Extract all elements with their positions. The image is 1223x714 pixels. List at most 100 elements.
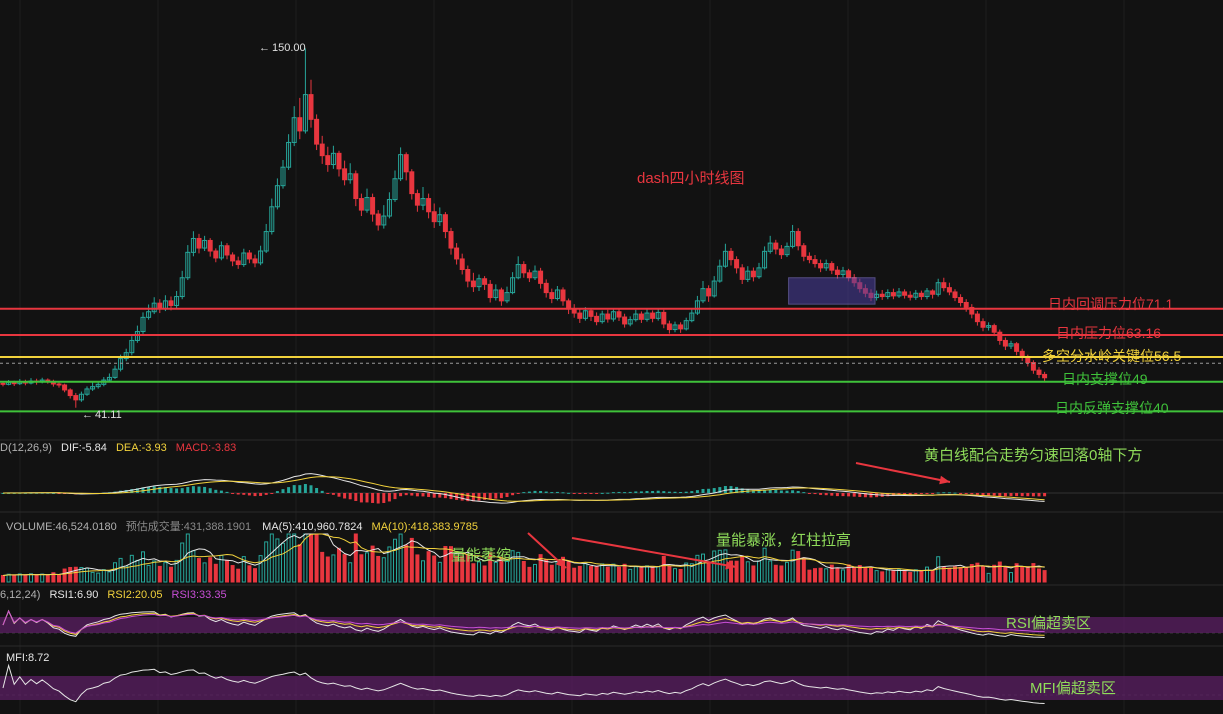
candle-body (773, 242, 779, 250)
candle-body (879, 293, 885, 298)
macd-hist-bar (382, 493, 386, 503)
volume-bar (527, 566, 532, 583)
macd-hist-bar (427, 493, 431, 497)
volume-bar (521, 561, 526, 583)
macd-hist-bar (690, 491, 694, 493)
rsi3: RSI3:33.35 (172, 589, 227, 601)
macd-hist-bar (309, 485, 313, 493)
macd-hist-bar (539, 491, 543, 493)
volume-bar (297, 544, 302, 583)
macd-hist-bar (847, 493, 851, 497)
volume-bar (577, 565, 582, 583)
macd-hist-bar (807, 493, 811, 494)
macd-hist-bar (275, 491, 279, 493)
macd-hist-bar (791, 490, 795, 493)
macd-hist-bar (970, 493, 974, 495)
macd-hist-bar (947, 492, 951, 494)
macd-hist-bar (533, 490, 537, 493)
volume-bar (281, 542, 285, 583)
macd-dif: DIF:-5.84 (61, 442, 107, 454)
candle-body (521, 264, 527, 274)
volume-bar (818, 567, 823, 583)
candle-body (56, 383, 62, 386)
volume-bar (1020, 566, 1025, 583)
volume-bar (331, 554, 336, 583)
macd-hist-bar (600, 492, 604, 494)
macd-hist-bar (835, 493, 839, 497)
mfi-legend: MFI:8.72 (6, 652, 49, 664)
macd-hist-bar (555, 491, 559, 493)
macd-hist-bar (667, 491, 671, 493)
rsi2: RSI2:20.05 (107, 589, 162, 601)
volume-bar (303, 533, 308, 583)
volume-bar (337, 547, 341, 583)
macd-hist-bar (701, 488, 705, 493)
candle-body (946, 287, 952, 293)
volume-bar (869, 568, 873, 583)
volume-bar (841, 569, 845, 583)
volume-bar (661, 555, 666, 583)
candle-body (414, 193, 420, 206)
candle-body (526, 272, 532, 279)
volume-bar (353, 533, 358, 583)
candle-body (207, 239, 213, 252)
volume-bar (443, 546, 448, 583)
volume-bar (146, 564, 151, 583)
candle-body (1014, 343, 1020, 352)
candle-body (73, 395, 79, 401)
volume-bar (544, 559, 549, 583)
macd-hist-bar (634, 491, 638, 493)
macd-hist-bar (337, 493, 341, 497)
volume-bar (813, 568, 817, 583)
volume-bar (292, 533, 297, 583)
volume-bar (107, 571, 112, 583)
chart-texts: dash四小时线图 150.00 ← 41.11 ← 日内回调压力位71.1 日… (0, 42, 1181, 697)
macd-hist-bar (583, 493, 587, 494)
low-arrow: ← (82, 409, 93, 421)
volume-bar (180, 542, 185, 583)
candle-body (902, 291, 908, 296)
candle-body (409, 171, 415, 195)
volume-bar (533, 563, 537, 583)
macd-hist-bar (169, 488, 173, 493)
candle-body (252, 258, 258, 264)
volume-bar (981, 565, 985, 583)
macd-hist-bar (931, 493, 935, 494)
candle-body (213, 250, 219, 259)
rsi-params: 6,12,24) (0, 589, 40, 601)
candle-body (958, 297, 964, 303)
macd-hist-bar (432, 493, 436, 498)
macd-hist-bar (242, 493, 246, 495)
volume-bar (650, 566, 655, 583)
macd-hist-bar (852, 493, 856, 497)
candle-body (0, 382, 6, 385)
macd-hist-bar (841, 493, 845, 497)
rsi-zone-label: RSI偏超卖区 (1006, 615, 1091, 632)
macd-hist-bar (723, 486, 727, 493)
volume-bar (964, 566, 969, 583)
volume-bar (1009, 572, 1013, 583)
volume-bar (381, 557, 386, 583)
candle-body (963, 302, 969, 308)
volume-bar (589, 566, 593, 583)
macd-hist-bar (292, 485, 296, 493)
macd-hist-bar (925, 493, 929, 494)
macd-hist-bar (561, 492, 565, 494)
volume-bar (152, 560, 157, 583)
volume-bar (908, 572, 913, 583)
macd-hist-bar (191, 486, 195, 493)
volume-bar (583, 563, 588, 583)
volume-bar (493, 561, 498, 583)
candle-body (543, 282, 549, 294)
candle-body (778, 248, 784, 256)
candle-body (498, 289, 504, 302)
candle-body (974, 313, 980, 323)
candle-body (616, 311, 622, 318)
candle-body (459, 258, 465, 271)
volume-bar (740, 555, 745, 583)
volume-bar (320, 551, 325, 583)
macd-hist-bar (348, 493, 352, 500)
candle-body (666, 323, 672, 331)
candle-body (549, 292, 555, 300)
volume-bar (163, 562, 168, 583)
